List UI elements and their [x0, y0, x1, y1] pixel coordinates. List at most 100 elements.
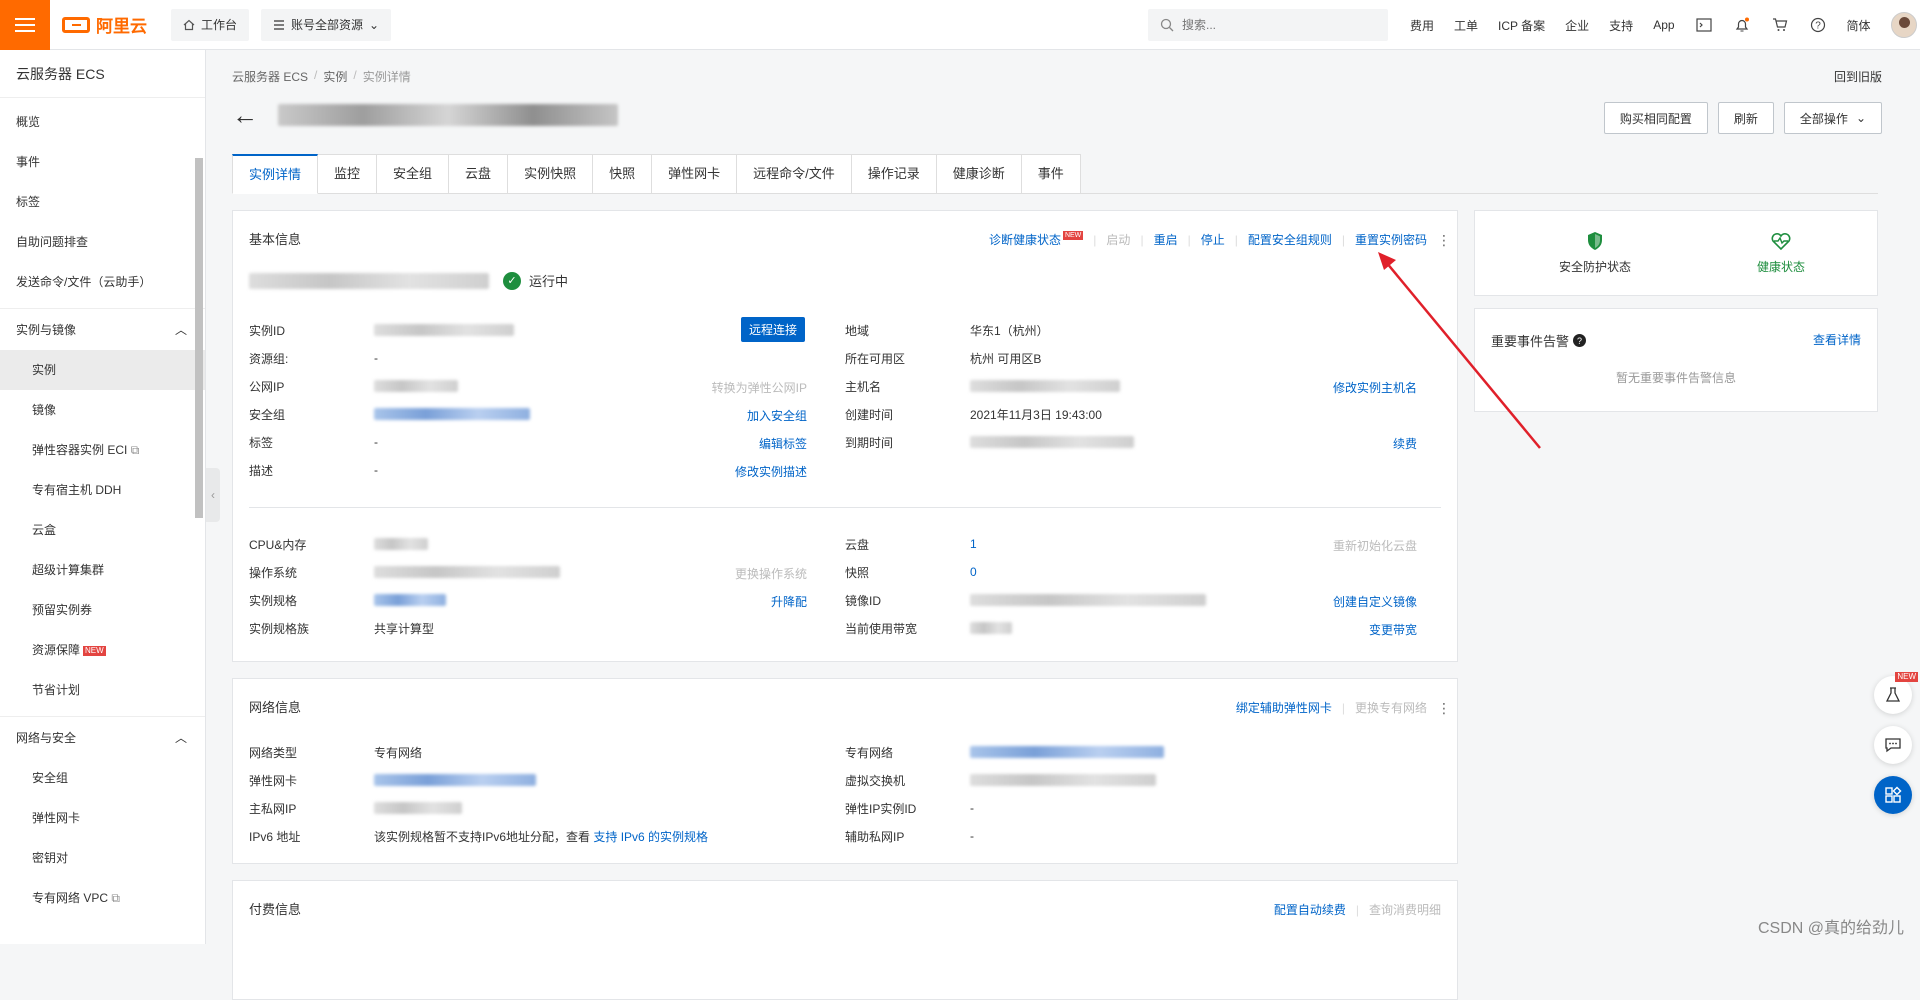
sidebar-group-instances[interactable]: 实例与镜像︿ [0, 308, 205, 350]
apps-icon[interactable] [1874, 776, 1912, 814]
instance-type-value[interactable] [374, 594, 446, 606]
breadcrumb-instances[interactable]: 实例 [323, 68, 347, 85]
sidebar-item-savings[interactable]: 节省计划 [0, 670, 205, 710]
snapshot-count-link[interactable]: 0 [970, 565, 977, 579]
change-vpc-link[interactable]: 更换专有网络 [1355, 699, 1427, 716]
help-icon[interactable]: ? [1809, 16, 1827, 34]
change-spec-link[interactable]: 升降配 [771, 593, 807, 610]
change-bandwidth-link[interactable]: 变更带宽 [1369, 621, 1417, 638]
security-status[interactable]: 安全防护状态 [1535, 231, 1655, 275]
diagnose-health-link[interactable]: 诊断健康状态NEW [989, 231, 1083, 248]
sidebar-collapse-toggle[interactable]: ‹ [206, 468, 220, 522]
renew-link[interactable]: 续费 [1393, 435, 1417, 452]
edit-tags-link[interactable]: 编辑标签 [759, 435, 807, 452]
reset-password-link[interactable]: 重置实例密码 [1355, 231, 1427, 248]
eni-value[interactable] [374, 774, 536, 786]
buy-same-config-button[interactable]: 购买相同配置 [1604, 102, 1708, 134]
sidebar-item-cloud-assistant[interactable]: 发送命令/文件（云助手） [0, 262, 205, 302]
reinit-disk-link[interactable]: 重新初始化云盘 [1333, 537, 1417, 554]
tab-monitor[interactable]: 监控 [318, 154, 377, 194]
sidebar-item-events[interactable]: 事件 [0, 142, 205, 182]
bell-icon[interactable] [1733, 16, 1751, 34]
join-security-group-link[interactable]: 加入安全组 [747, 407, 807, 424]
bind-eni-link[interactable]: 绑定辅助弹性网卡 [1236, 699, 1332, 716]
search-box[interactable] [1148, 9, 1388, 41]
lab-icon[interactable]: NEW [1874, 676, 1912, 714]
tab-health-diagnosis[interactable]: 健康诊断 [937, 154, 1022, 194]
refresh-button[interactable]: 刷新 [1718, 102, 1774, 134]
view-details-link[interactable]: 查看详情 [1813, 331, 1861, 348]
sidebar-item-reserved[interactable]: 预留实例券 [0, 590, 205, 630]
query-cost-link[interactable]: 查询消费明细 [1369, 901, 1441, 918]
tab-disk[interactable]: 云盘 [449, 154, 508, 194]
top-link-ticket[interactable]: 工单 [1454, 17, 1478, 34]
top-link-cost[interactable]: 费用 [1410, 17, 1434, 34]
tab-snapshot[interactable]: 快照 [593, 154, 652, 194]
language-switch[interactable]: 简体 [1847, 17, 1871, 34]
menu-icon[interactable] [0, 0, 50, 50]
tab-instance-snapshot[interactable]: 实例快照 [508, 154, 593, 194]
sidebar-scrollbar[interactable] [195, 158, 203, 518]
sidebar-item-instance[interactable]: 实例 [0, 350, 205, 390]
security-group-value[interactable] [374, 408, 530, 420]
vswitch-value[interactable] [970, 774, 1156, 786]
stop-link[interactable]: 停止 [1201, 231, 1225, 248]
more-icon[interactable]: ⋮ [1437, 238, 1441, 242]
sidebar-item-ddh[interactable]: 专有宿主机 DDH [0, 470, 205, 510]
info-row: 虚拟交换机 [845, 771, 1156, 789]
top-link-support[interactable]: 支持 [1609, 17, 1633, 34]
remote-connect-button[interactable]: 远程连接 [741, 317, 805, 342]
edit-hostname-link[interactable]: 修改实例主机名 [1333, 379, 1417, 396]
sidebar-item-overview[interactable]: 概览 [0, 102, 205, 142]
change-os-link[interactable]: 更换操作系统 [735, 565, 807, 582]
chat-icon[interactable] [1874, 726, 1912, 764]
sidebar-item-troubleshoot[interactable]: 自助问题排查 [0, 222, 205, 262]
disk-count-link[interactable]: 1 [970, 537, 977, 551]
tab-eni[interactable]: 弹性网卡 [652, 154, 737, 194]
sidebar-group-network[interactable]: 网络与安全︿ [0, 716, 205, 758]
tab-instance-details[interactable]: 实例详情 [232, 154, 318, 194]
sidebar-item-tags[interactable]: 标签 [0, 182, 205, 222]
tab-events[interactable]: 事件 [1022, 154, 1081, 194]
tab-remote-command[interactable]: 远程命令/文件 [737, 154, 852, 194]
top-link-app[interactable]: App [1653, 18, 1674, 32]
info-row: 专有网络 [845, 743, 1164, 761]
terminal-icon[interactable] [1695, 16, 1713, 34]
convert-eip-link[interactable]: 转换为弹性公网IP [712, 379, 807, 396]
breadcrumb-ecs[interactable]: 云服务器 ECS [232, 68, 308, 85]
sidebar-item-hpc[interactable]: 超级计算集群 [0, 550, 205, 590]
more-icon[interactable]: ⋮ [1437, 706, 1441, 710]
tab-operation-log[interactable]: 操作记录 [852, 154, 937, 194]
ipv6-spec-link[interactable]: 支持 IPv6 的实例规格 [593, 828, 708, 845]
edit-description-link[interactable]: 修改实例描述 [735, 463, 807, 480]
workbench-button[interactable]: 工作台 [171, 9, 249, 41]
restart-link[interactable]: 重启 [1154, 231, 1178, 248]
create-image-link[interactable]: 创建自定义镜像 [1333, 593, 1417, 610]
resources-dropdown[interactable]: 账号全部资源 ⌄ [261, 9, 391, 41]
brand-logo[interactable]: 阿里云 [62, 12, 147, 37]
vpc-value[interactable] [970, 746, 1164, 758]
tab-security-group[interactable]: 安全组 [377, 154, 449, 194]
sidebar-item-vpc[interactable]: 专有网络 VPC ⧉ [0, 878, 205, 918]
sidebar-item-assurance[interactable]: 资源保障NEW [0, 630, 205, 670]
back-arrow-icon[interactable]: ← [232, 102, 258, 128]
top-link-enterprise[interactable]: 企业 [1565, 17, 1589, 34]
health-status[interactable]: 健康状态 [1721, 231, 1841, 275]
question-icon[interactable]: ? [1573, 334, 1586, 347]
sidebar-item-eci[interactable]: 弹性容器实例 ECI ⧉ [0, 430, 205, 470]
cart-icon[interactable] [1771, 16, 1789, 34]
breadcrumb: 云服务器 ECS/ 实例/ 实例详情 [232, 68, 411, 85]
sidebar-item-keypair[interactable]: 密钥对 [0, 838, 205, 878]
sidebar-item-eni[interactable]: 弹性网卡 [0, 798, 205, 838]
sidebar-item-image[interactable]: 镜像 [0, 390, 205, 430]
back-to-old-version[interactable]: 回到旧版 [1834, 68, 1882, 85]
sidebar-item-cloudbox[interactable]: 云盒 [0, 510, 205, 550]
all-operations-dropdown[interactable]: 全部操作⌄ [1784, 102, 1882, 134]
config-security-rule-link[interactable]: 配置安全组规则 [1248, 231, 1332, 248]
avatar[interactable] [1891, 12, 1917, 38]
auto-renew-link[interactable]: 配置自动续费 [1274, 901, 1346, 918]
start-link[interactable]: 启动 [1106, 231, 1130, 248]
sidebar-item-security-group[interactable]: 安全组 [0, 758, 205, 798]
top-link-icp[interactable]: ICP 备案 [1498, 17, 1545, 34]
search-input[interactable] [1182, 18, 1372, 32]
